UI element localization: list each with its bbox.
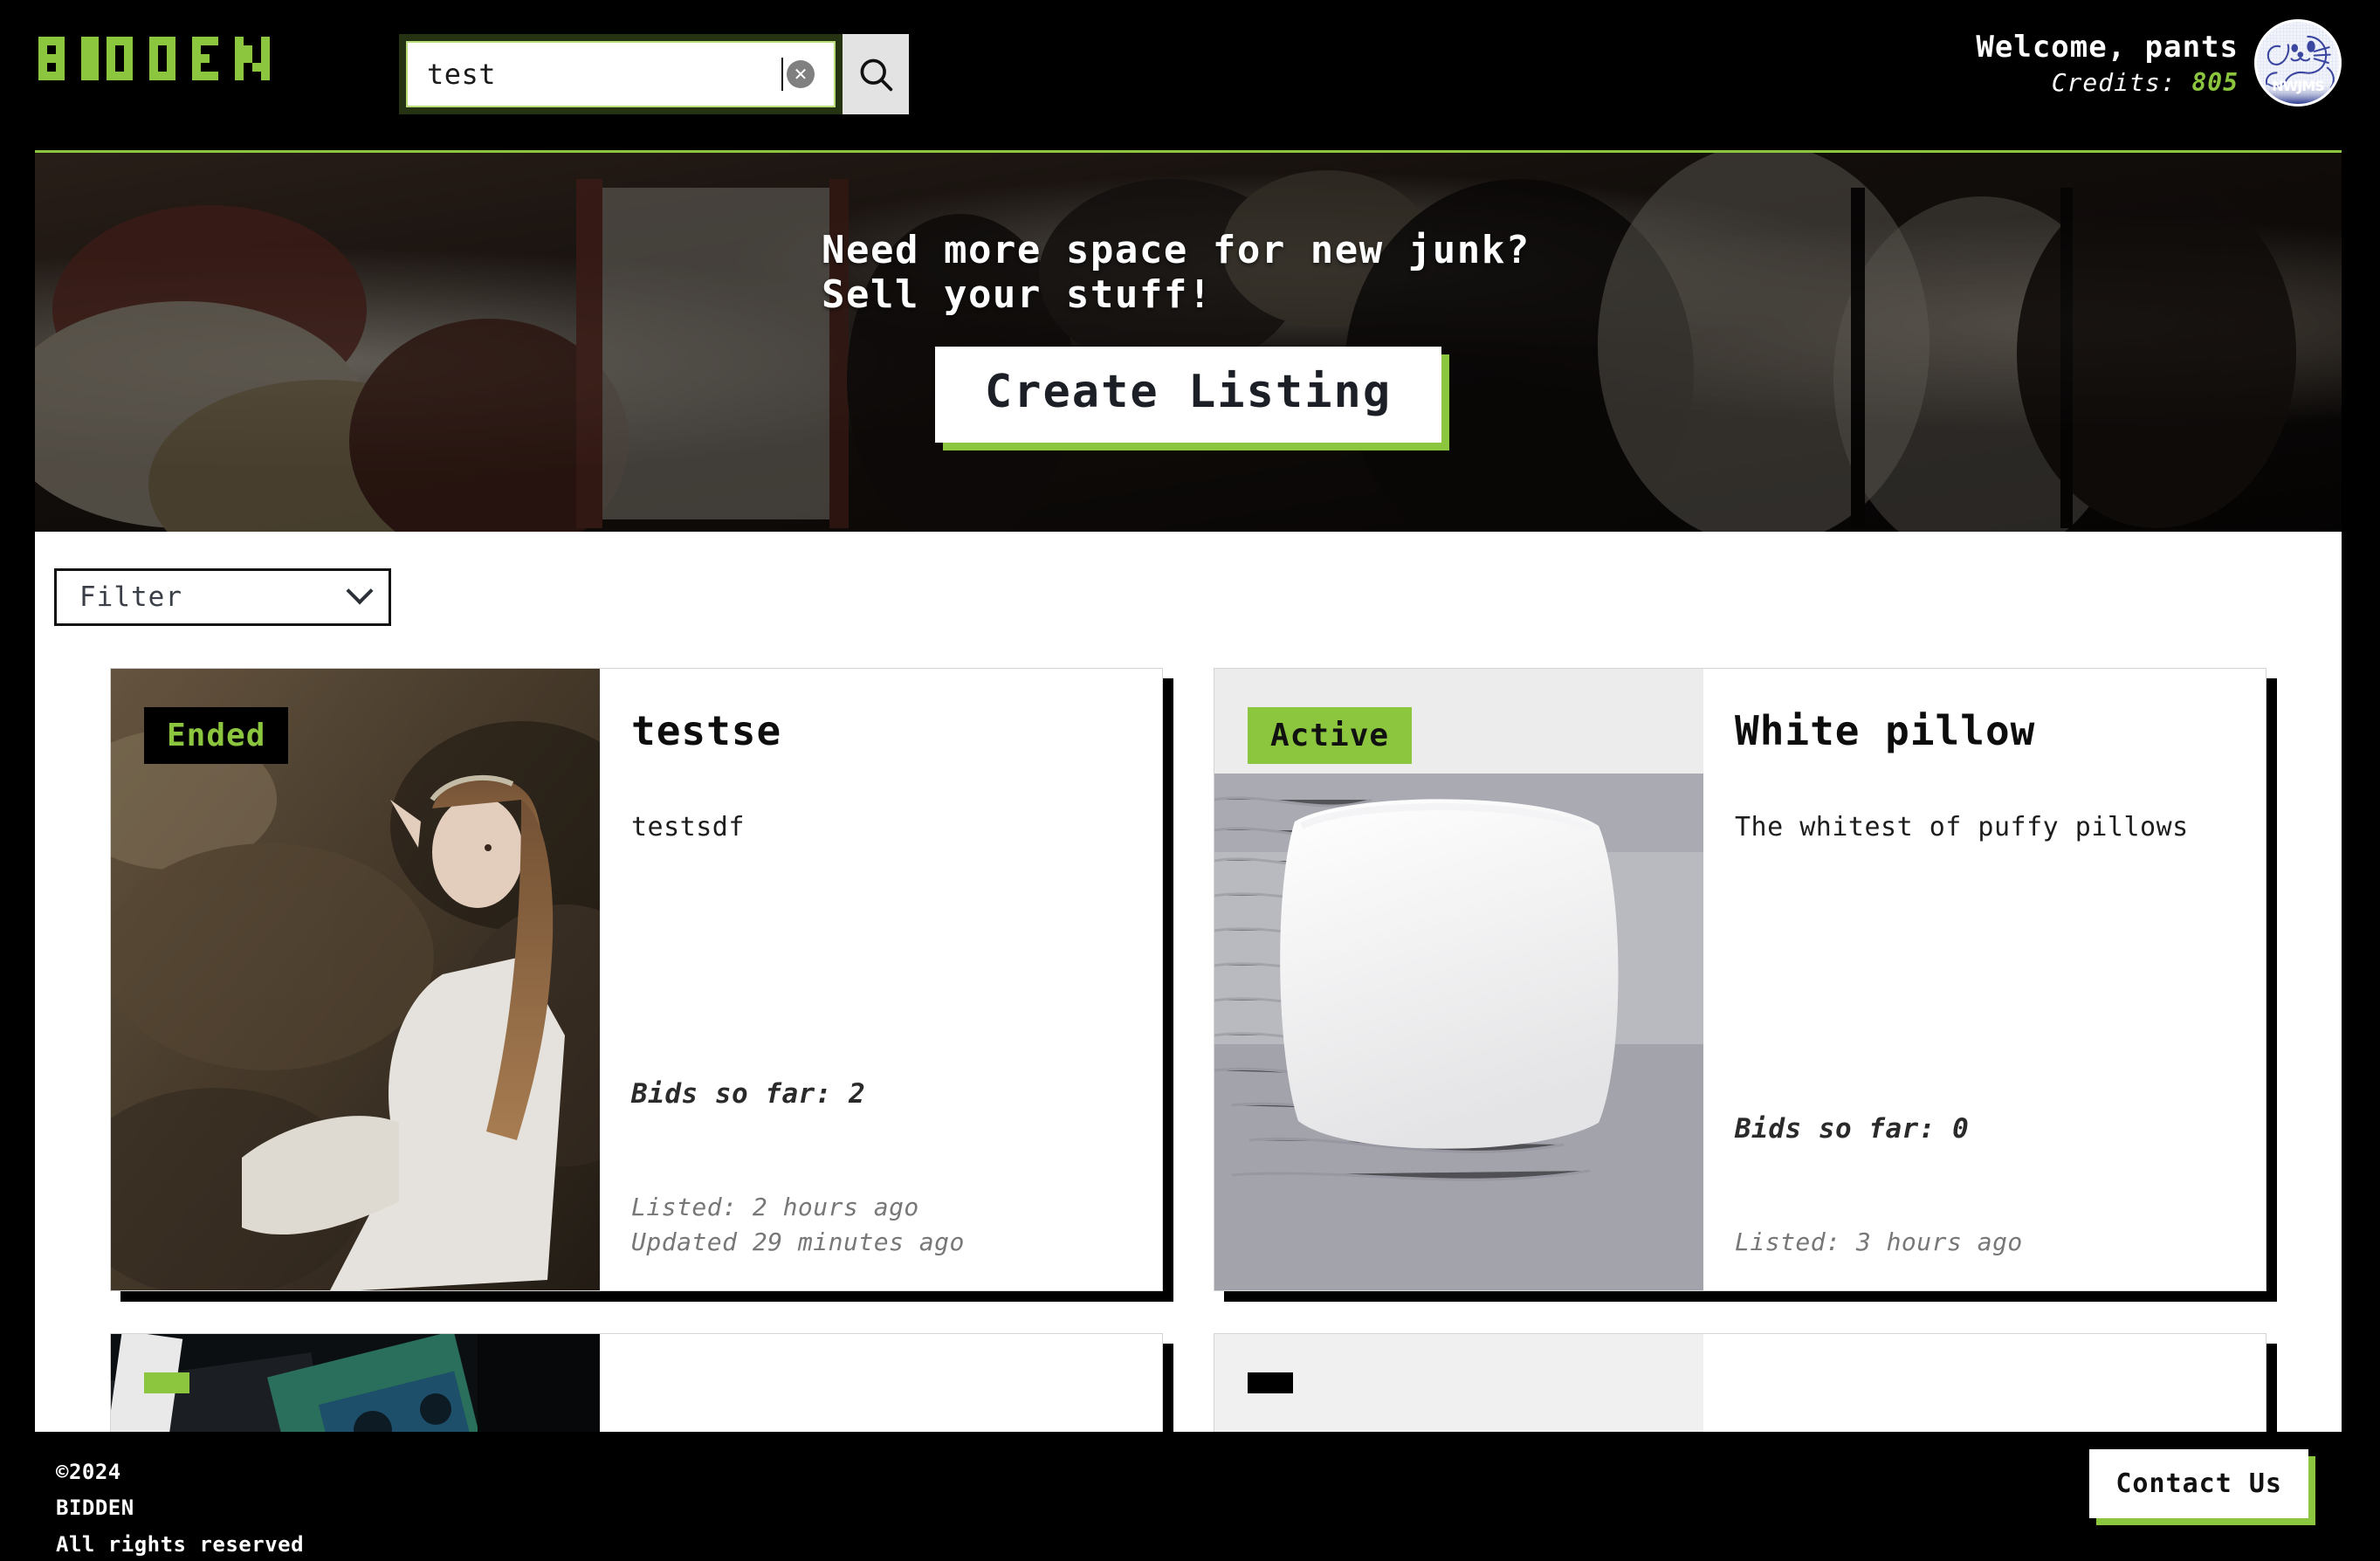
footer-rights: All rights reserved [56, 1531, 305, 1557]
close-circle-icon[interactable]: ✕ [787, 60, 815, 88]
chevron-down-icon [346, 577, 374, 605]
search-icon [860, 58, 893, 92]
avatar[interactable]: NWJMS [2254, 19, 2342, 107]
site-footer: ©2024 BIDDEN All rights reserved Contact… [0, 1432, 2380, 1561]
brand-logo[interactable] [38, 37, 270, 80]
listing-title: testse [631, 707, 782, 754]
hero-headline-line1: Need more space for new junk? [822, 228, 1530, 272]
search-button[interactable] [843, 34, 909, 114]
footer-legal: ©2024 BIDDEN All rights reserved [56, 1454, 304, 1561]
page-content: Need more space for new junk? Sell your … [35, 150, 2342, 1561]
listing-image: Ended [111, 669, 600, 1290]
credits-text: Credits: 805 [1976, 68, 2239, 97]
svg-text:NWJMS: NWJMS [2272, 78, 2324, 94]
listing-description: testsdf [631, 811, 745, 842]
create-listing-button[interactable]: Create Listing [935, 347, 1441, 443]
listing-updated-time: Updated 29 minutes ago [631, 1227, 965, 1257]
listing-bids: Bids so far: 0 [1735, 1113, 1970, 1145]
footer-brand: BIDDEN [56, 1496, 134, 1521]
listing-timestamps: Listed: 3 hours ago [1735, 1225, 2227, 1261]
listing-bids: Bids so far: 2 [631, 1077, 866, 1110]
listing-card[interactable]: Active White pillow The whitest of puffy… [1214, 668, 2267, 1291]
listing-title: White pillow [1735, 707, 2036, 754]
hero-banner: Need more space for new junk? Sell your … [35, 150, 2342, 532]
filter-label: Filter [79, 581, 182, 613]
listing-card[interactable]: Ended testse testsdf Bids so far: 2 List… [110, 668, 1163, 1291]
logo-letter-e [192, 37, 227, 80]
listing-listed-time: Listed: 3 hours ago [1735, 1227, 2023, 1257]
hero-headline-line2: Sell your stuff! [822, 272, 1213, 317]
site-header: ✕ Welcome, pants Credits: 805 [0, 0, 2380, 150]
search-field[interactable]: ✕ [406, 41, 836, 107]
listing-details: testse testsdf Bids so far: 2 Listed: 2 … [600, 669, 1162, 1290]
otter-avatar-icon: NWJMS [2257, 22, 2339, 104]
search-input[interactable] [427, 58, 783, 91]
listing-image: Active [1214, 669, 1703, 1290]
listing-timestamps: Listed: 2 hours ago Updated 29 minutes a… [631, 1190, 1124, 1261]
listing-details: White pillow The whitest of puffy pillow… [1703, 669, 2266, 1290]
credits-value: 805 [2191, 67, 2239, 97]
listing-listed-time: Listed: 2 hours ago [631, 1192, 919, 1221]
filter-dropdown[interactable]: Filter [54, 568, 391, 626]
text-caret [781, 58, 783, 91]
search-bar: ✕ [399, 34, 909, 114]
contact-us-button[interactable]: Contact Us [2089, 1449, 2308, 1518]
status-badge: Active [1248, 707, 1413, 764]
logo-letter-d2 [149, 37, 184, 80]
footer-copyright: ©2024 [56, 1460, 121, 1484]
credits-label: Credits: [2051, 67, 2177, 97]
status-badge [144, 1372, 189, 1393]
status-badge [1248, 1372, 1293, 1393]
app-root: ✕ Welcome, pants Credits: 805 [0, 0, 2380, 1561]
filter-row: Filter [35, 532, 2342, 626]
logo-letter-n [235, 37, 270, 80]
logo-letter-d1 [107, 37, 141, 80]
listing-description: The whitest of puffy pillows [1735, 811, 2189, 842]
logo-letter-i [81, 37, 99, 80]
listing-grid: Ended testse testsdf Bids so far: 2 List… [35, 626, 2342, 1561]
status-badge: Ended [144, 707, 289, 764]
user-panel: Welcome, pants Credits: 805 NWJMS [1976, 19, 2342, 107]
logo-letter-b [38, 37, 73, 80]
welcome-text: Welcome, pants [1976, 29, 2239, 65]
